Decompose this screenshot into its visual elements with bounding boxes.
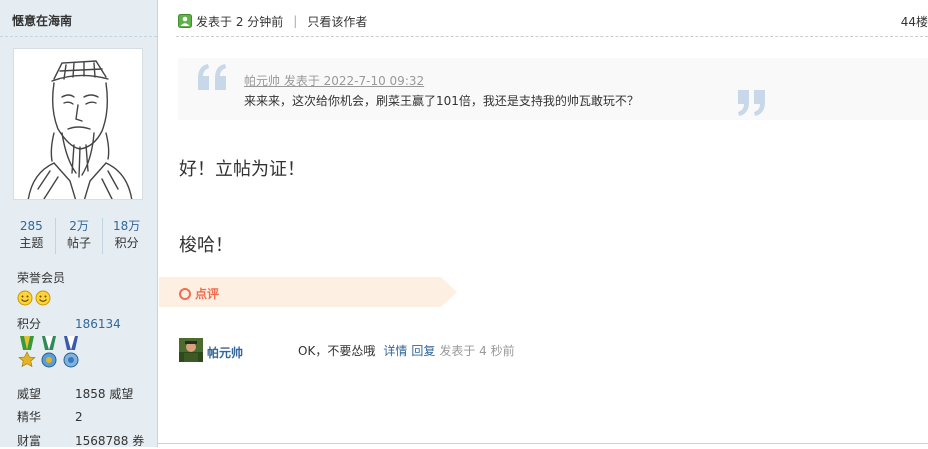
comment-section-header: 点评 (159, 277, 457, 307)
quote-block: 帕元帅 发表于 2022-7-10 09:32 来来来，这次给你机会，刷菜王赢了… (178, 58, 928, 120)
comment-time: 发表于 4 秒前 (439, 344, 515, 358)
stat-value: 285 (19, 219, 43, 233)
stat-value: 18万 (113, 219, 141, 233)
quote-header[interactable]: 帕元帅 发表于 2022-7-10 09:32 (244, 72, 424, 89)
prestige-label: 威望 (17, 387, 42, 401)
comment-detail-link[interactable]: 详情 (383, 344, 407, 358)
stat-label: 帖子 (67, 236, 92, 250)
comment-body: OK，不要怂哦 详情 回复 发表于 4 秒前 (298, 342, 515, 359)
wealth-row: 财富 1568788 券 (17, 432, 144, 449)
wealth-label: 财富 (17, 434, 42, 448)
comment-reply-link[interactable]: 回复 (411, 344, 435, 358)
author-stats: 285 主题 2万 帖子 18万 积分 (8, 218, 150, 254)
post-bottom-border (158, 443, 928, 444)
stat-label: 主题 (19, 236, 44, 250)
medals (17, 336, 81, 370)
only-author-link[interactable]: 只看该作者 (307, 13, 367, 30)
smiley-icon (35, 290, 51, 306)
quote-open-icon (198, 64, 226, 90)
author-profile-panel: 惬意在海南 285 主题 2万 帖子 18万 积分 荣誉会员 积分 186134… (0, 0, 158, 449)
floor-number[interactable]: 44楼 (901, 13, 928, 30)
post-info-bar: 发表于 2 分钟前 | 只看该作者 (178, 12, 928, 30)
points-value[interactable]: 186134 (75, 317, 121, 331)
stat-label: 积分 (114, 236, 139, 250)
elite-row: 精华 2 (17, 408, 83, 425)
comment-item: 帕元帅 OK，不要怂哦 详情 回复 发表于 4 秒前 (179, 338, 919, 362)
stat-threads[interactable]: 285 主题 (8, 218, 55, 254)
quote-close-icon (738, 90, 765, 116)
user-group-label[interactable]: 荣誉会员 (17, 269, 65, 286)
elite-value: 2 (75, 410, 83, 424)
post-divider (176, 36, 928, 37)
stat-value: 2万 (69, 219, 89, 233)
comment-label-text: 点评 (195, 287, 220, 301)
quote-text: 来来来，这次给你机会，刷菜王赢了101倍，我还是支持我的帅瓦敢玩不？ (244, 94, 639, 108)
elite-label: 精华 (17, 410, 42, 424)
portrait-sketch-icon (27, 60, 133, 199)
medal-icon[interactable] (17, 336, 37, 370)
stat-points[interactable]: 18万 积分 (102, 218, 150, 254)
rank-stars (17, 290, 51, 306)
prestige-value: 1858 威望 (75, 387, 134, 401)
medal-icon[interactable] (39, 336, 59, 370)
comment-label: 点评 (179, 285, 219, 302)
comment-text: OK，不要怂哦 (298, 344, 376, 358)
post-time: 发表于 2 分钟前 (196, 14, 284, 29)
profile-divider (0, 36, 157, 37)
post-message-line: 梭哈！ (179, 235, 233, 256)
stat-posts[interactable]: 2万 帖子 (54, 218, 103, 254)
prestige-row: 威望 1858 威望 (17, 385, 133, 402)
comment-circle-icon (179, 287, 191, 300)
online-status-icon (178, 14, 192, 28)
author-username[interactable]: 惬意在海南 (12, 12, 72, 29)
smiley-icon (17, 290, 33, 306)
author-avatar[interactable] (13, 48, 143, 200)
commenter-avatar[interactable] (179, 338, 203, 362)
wealth-value: 1568788 券 (75, 434, 145, 448)
medal-icon[interactable] (61, 336, 81, 370)
post-message-line: 好！立帖为证！ (179, 159, 305, 180)
divider: | (293, 14, 298, 28)
points-label: 积分 (17, 317, 42, 331)
commenter-username[interactable]: 帕元帅 (207, 344, 243, 361)
points-row: 积分 186134 (17, 315, 121, 332)
